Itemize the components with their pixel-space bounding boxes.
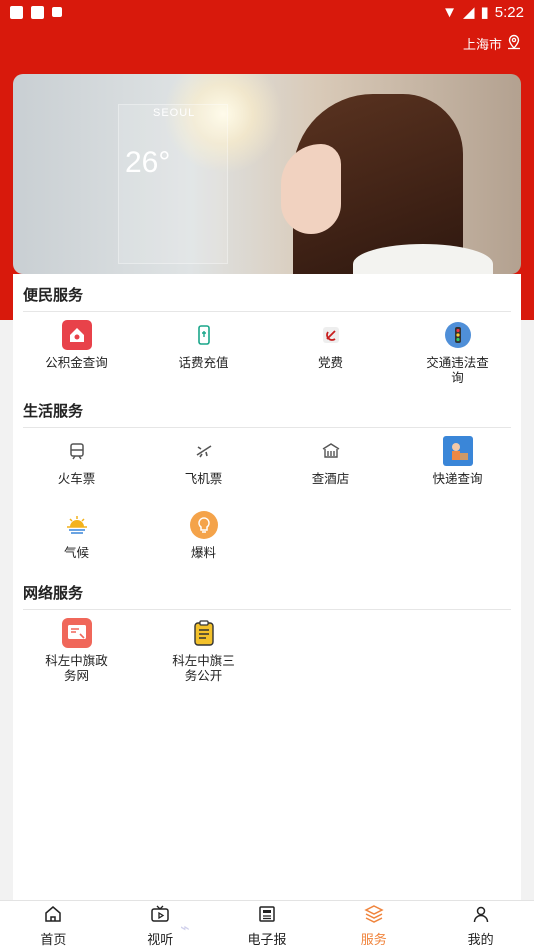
newspaper-icon [257,904,277,927]
traffic-light-icon [443,320,473,350]
service-item[interactable]: 交通违法查询 [394,312,521,386]
service-section: 便民服务公积金查询 话费充值 党费 交通违法查询 [13,274,521,386]
tab-label: 电子报 [247,931,287,947]
hotel-icon [316,436,346,466]
signal-icon: ◢ [462,4,475,21]
location-selector[interactable]: 上海市 [463,34,522,53]
train-icon [62,436,92,466]
location-pin-icon [506,34,522,53]
status-time: 5:22 [494,3,524,21]
service-label: 党费 [317,356,343,370]
service-grid: 科左中旗政务网 科左中旗三务公开 [13,610,511,684]
bulb-icon [189,510,219,540]
tab-layers[interactable]: 服务 [320,901,427,950]
service-label: 气候 [63,546,89,560]
tab-home[interactable]: 首页 [0,901,107,950]
wifi-icon: ▼ [442,3,457,21]
service-label: 火车票 [57,472,96,486]
service-item[interactable]: 话费充值 [140,312,267,386]
service-section: 生活服务火车票 飞机票 查酒店 快递查询气候 爆料 [13,390,521,564]
bottom-tab-bar: 首页 视听 电子报 服务 我的 [0,900,534,950]
service-item[interactable]: 查酒店 [267,428,394,502]
service-label: 科左中旗三务公开 [172,654,235,683]
tv-icon [150,904,170,927]
tab-label: 首页 [40,931,67,947]
tab-label: 我的 [467,931,494,947]
service-grid: 公积金查询 话费充值 党费 交通违法查询 [13,312,511,386]
service-label: 爆料 [190,546,216,560]
service-label: 科左中旗政务网 [45,654,108,683]
tab-label: 视听 [147,931,174,947]
tab-newspaper[interactable]: 电子报 [214,901,321,950]
service-label: 查酒店 [311,472,350,486]
services-card: 便民服务公积金查询 话费充值 党费 交通违法查询生活服务火车票 飞机票 查酒店 快递查询气候… [13,274,521,900]
status-bar: ▼ ◢ ▮ 5:22 [0,0,534,24]
service-section: 网络服务科左中旗政务网 科左中旗三务公开 [13,572,521,684]
service-item[interactable]: 科左中旗三务公开 [140,610,267,684]
plane-icon [189,436,219,466]
service-item[interactable]: 火车票 [13,428,140,502]
section-title: 便民服务 [23,274,511,312]
service-item[interactable]: 飞机票 [140,428,267,502]
tab-tv[interactable]: 视听 [107,901,214,950]
section-title: 生活服务 [23,390,511,428]
service-label: 快递查询 [432,472,483,486]
tab-label: 服务 [360,931,387,947]
service-label: 话费充值 [178,356,229,370]
promo-banner[interactable]: SEOUL 26° [13,74,521,274]
notification-icon [31,5,44,19]
clipboard-icon [189,618,219,648]
banner-temperature: 26° [125,146,171,179]
service-item[interactable]: 气候 [13,502,140,564]
notification-icon [52,7,62,17]
service-item[interactable]: 科左中旗政务网 [13,610,140,684]
notification-icon [10,5,23,19]
phone-recharge-icon [189,320,219,350]
layers-icon [364,904,384,927]
service-item[interactable]: 爆料 [140,502,267,564]
service-label: 交通违法查询 [426,356,489,385]
house-fund-icon [61,320,92,350]
party-emblem-icon [316,320,346,350]
user-icon [471,904,491,927]
sunrise-icon [62,510,92,540]
weather-overlay [118,104,228,264]
banner-city: SEOUL [153,107,196,119]
banner-person-shoulder [353,244,493,274]
home-icon [43,904,63,927]
service-label: 公积金查询 [45,356,108,370]
courier-icon [442,436,473,466]
tab-user[interactable]: 我的 [427,901,534,950]
service-item[interactable]: 公积金查询 [13,312,140,386]
banner-person-face [281,144,341,234]
service-item[interactable]: 快递查询 [394,428,521,502]
location-label: 上海市 [462,37,502,52]
gov-web-icon [61,618,92,648]
watermark: ⌁ [180,920,190,937]
service-item[interactable]: 党费 [267,312,394,386]
service-label: 飞机票 [184,472,223,486]
service-grid: 火车票 飞机票 查酒店 快递查询气候 爆料 [13,428,511,564]
battery-icon: ▮ [480,4,489,21]
section-title: 网络服务 [23,572,511,610]
